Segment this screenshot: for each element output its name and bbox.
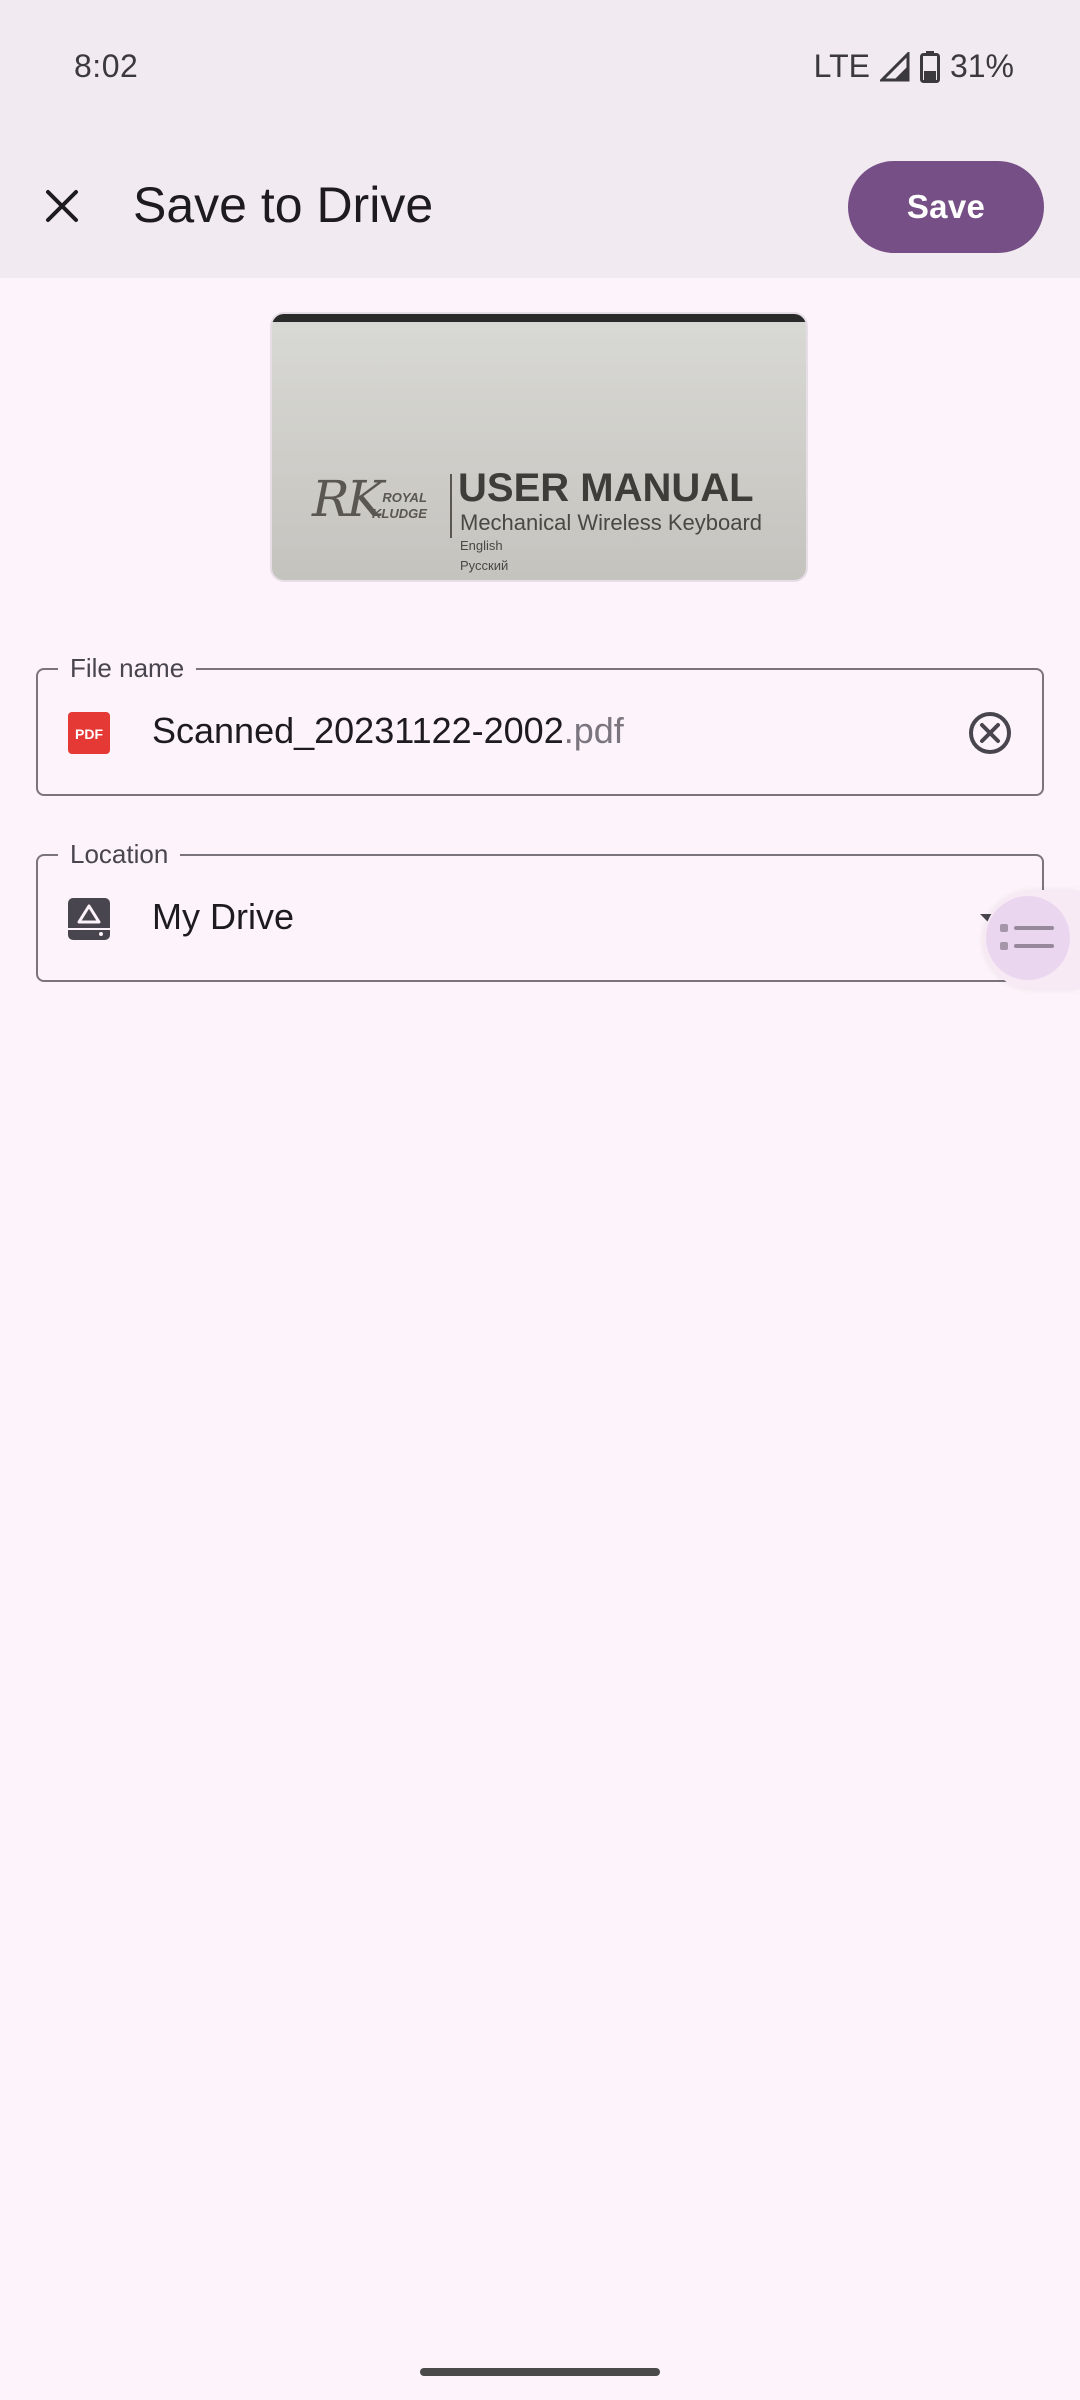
battery-percent: 31% bbox=[949, 48, 1014, 84]
preview-brand-line2: KLUDGE bbox=[372, 506, 427, 521]
preview-brand-line1: ROYAL bbox=[382, 490, 427, 505]
status-indicators: LTE 31% bbox=[814, 48, 1014, 85]
preview-language: English bbox=[460, 538, 503, 553]
preview-heading: USER MANUAL bbox=[458, 466, 754, 510]
preview-logo: RK bbox=[312, 470, 384, 528]
drive-icon bbox=[68, 898, 110, 940]
file-name-field[interactable]: File name PDF Scanned_20231122-2002.pdf bbox=[36, 650, 1044, 796]
location-label: Location bbox=[58, 836, 181, 872]
file-extension: .pdf bbox=[563, 710, 624, 751]
preview-subheading: Mechanical Wireless Keyboard bbox=[460, 510, 763, 535]
pdf-file-icon: PDF bbox=[68, 712, 110, 754]
signal-icon bbox=[879, 51, 910, 82]
file-name-input[interactable]: Scanned_20231122-2002.pdf bbox=[152, 710, 624, 752]
page-title: Save to Drive bbox=[133, 177, 434, 233]
floating-list-button[interactable] bbox=[986, 896, 1070, 980]
gesture-nav-handle[interactable] bbox=[420, 2368, 660, 2376]
file-name-value: Scanned_20231122-2002 bbox=[152, 710, 564, 751]
preview-divider bbox=[450, 474, 452, 538]
location-field[interactable]: Location My Drive bbox=[36, 836, 1044, 982]
preview-language: Русский bbox=[460, 558, 509, 573]
list-icon bbox=[1000, 924, 1054, 950]
location-value: My Drive bbox=[152, 896, 294, 937]
close-button[interactable] bbox=[26, 170, 98, 242]
battery-icon bbox=[919, 50, 940, 83]
file-name-label: File name bbox=[58, 650, 197, 686]
document-preview-thumbnail[interactable]: RK ROYAL KLUDGE USER MANUAL Mechanical W… bbox=[272, 314, 806, 580]
top-app-bar: Save to Drive Save bbox=[0, 136, 1080, 278]
clear-file-name-button[interactable] bbox=[960, 703, 1020, 763]
preview-top-edge bbox=[272, 314, 806, 322]
save-button[interactable]: Save bbox=[848, 161, 1044, 253]
pdf-icon-text: PDF bbox=[75, 726, 103, 742]
status-time: 8:02 bbox=[74, 48, 139, 84]
status-bar: 8:02 LTE 31% bbox=[0, 0, 1080, 136]
network-type: LTE bbox=[813, 48, 870, 84]
preview-brand: ROYAL KLUDGE bbox=[372, 490, 427, 522]
clear-circle-icon bbox=[969, 712, 1011, 754]
close-icon bbox=[46, 190, 78, 222]
